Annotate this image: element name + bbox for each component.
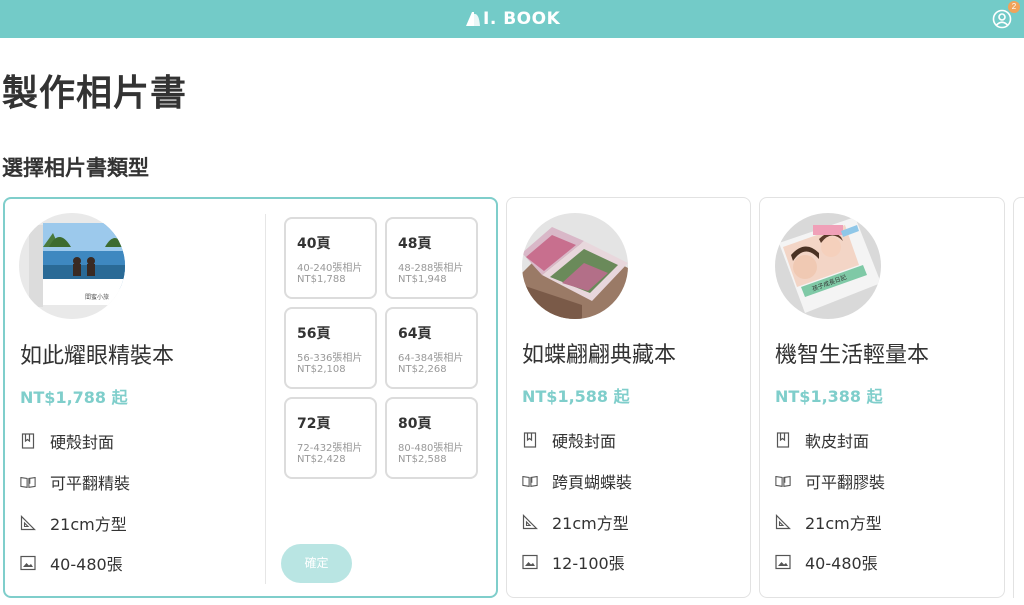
product-name: 如蝶翩翩典藏本: [522, 343, 677, 368]
bookmark-icon: [775, 432, 791, 448]
bookmark-icon: [522, 432, 538, 448]
feature-binding: 跨頁蝴蝶裝: [522, 471, 632, 492]
product-card-3[interactable]: 孩子成長日記 機智生活輕量本 NT$1,388 起 軟皮封面 可平翻膠裝 21c…: [759, 197, 1005, 598]
image-icon: [20, 555, 36, 571]
set-square-icon: [522, 514, 538, 530]
feature-size: 21cm方型: [522, 512, 629, 533]
feature-binding: 可平翻精裝: [20, 472, 130, 493]
logo-text: I. BOOK: [483, 9, 561, 29]
feature-binding: 可平翻膠裝: [775, 471, 885, 492]
page-option-72[interactable]: 72頁 72-432張相片 NT$2,428: [284, 397, 377, 479]
image-icon: [775, 554, 791, 570]
open-book-icon: [522, 473, 538, 489]
book-logo-icon: [466, 12, 480, 26]
product-price: NT$1,588 起: [522, 387, 630, 406]
thumbnail-caption: 閨蜜小旅: [85, 293, 109, 301]
product-card-1[interactable]: 閨蜜小旅 如此耀眼精裝本 NT$1,788 起 硬殼封面 可平翻精裝 21cm方…: [3, 197, 498, 598]
brand-logo[interactable]: I. BOOK: [464, 8, 560, 30]
product-price: NT$1,388 起: [775, 387, 883, 406]
feature-size: 21cm方型: [775, 512, 882, 533]
feature-photo-count: 40-480張: [775, 552, 878, 573]
image-icon: [522, 554, 538, 570]
product-thumbnail: 閨蜜小旅: [19, 213, 125, 319]
page-option-40[interactable]: 40頁 40-240張相片 NT$1,788: [284, 217, 377, 299]
section-title: 選擇相片書類型: [2, 156, 149, 180]
card-divider: [265, 214, 266, 584]
product-name: 如此耀眼精裝本: [20, 344, 175, 369]
set-square-icon: [775, 514, 791, 530]
product-thumbnail: 孩子成長日記: [775, 213, 881, 319]
product-price: NT$1,788 起: [20, 388, 128, 407]
feature-cover: 軟皮封面: [775, 430, 869, 451]
feature-cover: 硬殼封面: [20, 431, 114, 452]
product-name: 機智生活輕量本: [775, 343, 930, 368]
open-book-icon: [775, 473, 791, 489]
page-option-56[interactable]: 56頁 56-336張相片 NT$2,108: [284, 307, 377, 389]
bookmark-icon: [20, 433, 36, 449]
page-option-80[interactable]: 80頁 80-480張相片 NT$2,588: [385, 397, 478, 479]
feature-cover: 硬殼封面: [522, 430, 616, 451]
set-square-icon: [20, 515, 36, 531]
product-card-2[interactable]: 如蝶翩翩典藏本 NT$1,588 起 硬殼封面 跨頁蝴蝶裝 21cm方型 12-…: [506, 197, 751, 598]
top-navigation-bar: I. BOOK 2: [0, 0, 1024, 38]
notification-badge: 2: [1008, 1, 1020, 13]
page-option-48[interactable]: 48頁 48-288張相片 NT$1,948: [385, 217, 478, 299]
product-card-4-partial[interactable]: [1013, 197, 1024, 598]
feature-photo-count: 12-100張: [522, 552, 625, 573]
open-book-icon: [20, 474, 36, 490]
product-thumbnail: [522, 213, 628, 319]
feature-photo-count: 40-480張: [20, 553, 123, 574]
page-title: 製作相片書: [2, 73, 188, 114]
page-option-64[interactable]: 64頁 64-384張相片 NT$2,268: [385, 307, 478, 389]
feature-size: 21cm方型: [20, 513, 127, 534]
confirm-button[interactable]: 確定: [281, 544, 352, 583]
